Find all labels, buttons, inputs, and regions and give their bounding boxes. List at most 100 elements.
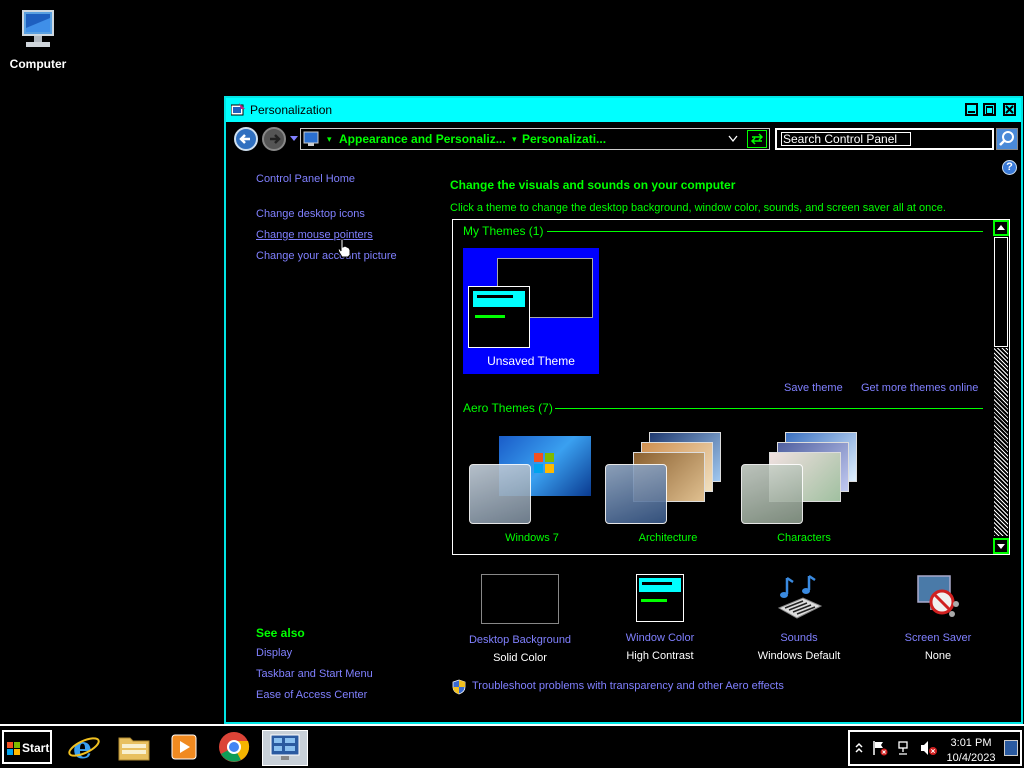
- desktop-icon-computer[interactable]: Computer: [6, 8, 70, 71]
- taskbar-chrome[interactable]: [216, 730, 252, 764]
- scroll-down-button[interactable]: [993, 538, 1009, 554]
- breadcrumb-arrow-icon: ▾: [327, 134, 332, 144]
- setting-value: Solid Color: [493, 652, 547, 664]
- network-icon[interactable]: [896, 740, 912, 756]
- sounds-setting[interactable]: Sounds Windows Default: [734, 574, 864, 662]
- personalization-window: Personalization ▾ Appearance and Persona…: [224, 96, 1023, 724]
- help-icon[interactable]: ?: [1002, 160, 1017, 175]
- scroll-track[interactable]: [994, 348, 1008, 536]
- taskbar-internet-explorer[interactable]: e: [66, 730, 102, 766]
- setting-value: High Contrast: [626, 650, 694, 662]
- window-color-setting[interactable]: Window Color High Contrast: [595, 574, 725, 662]
- system-tray: 3:01 PM 10/4/2023: [848, 730, 1022, 766]
- media-player-icon: [171, 734, 197, 760]
- breadcrumb-personalization[interactable]: Personalizati...: [522, 132, 606, 146]
- change-account-picture-link[interactable]: Change your account picture: [256, 250, 397, 262]
- display-link[interactable]: Display: [256, 647, 292, 659]
- theme-name: Architecture: [638, 532, 698, 544]
- svg-text:e: e: [73, 731, 92, 764]
- hand-cursor-icon: [337, 238, 351, 258]
- theme-tile-characters[interactable]: Characters: [739, 432, 869, 550]
- page-subtitle: Click a theme to change the desktop back…: [450, 202, 946, 214]
- setting-value: None: [924, 650, 952, 662]
- page-title: Change the visuals and sounds on your co…: [450, 178, 736, 192]
- change-desktop-icons-link[interactable]: Change desktop icons: [256, 208, 365, 220]
- windows-logo-icon: [534, 453, 554, 473]
- change-mouse-pointers-link[interactable]: Change mouse pointers: [256, 229, 373, 241]
- theme-name: Characters: [777, 532, 831, 544]
- maximize-button[interactable]: [983, 103, 996, 116]
- setting-label: Screen Saver: [904, 632, 972, 644]
- close-button[interactable]: [1003, 103, 1016, 116]
- refresh-icon: [750, 133, 764, 145]
- forward-button[interactable]: [262, 127, 286, 151]
- window-title: Personalization: [250, 103, 333, 117]
- my-themes-heading: My Themes (1): [463, 224, 544, 238]
- back-button[interactable]: [234, 127, 258, 151]
- theme-tile-windows7[interactable]: Windows 7: [467, 432, 597, 550]
- start-label: Start: [22, 741, 50, 755]
- theme-list: My Themes (1) Unsaved Theme Save theme G…: [452, 219, 1010, 555]
- sounds-icon: [777, 574, 823, 619]
- show-desktop-button[interactable]: [1004, 740, 1018, 756]
- close-icon: [1005, 105, 1014, 114]
- control-panel-home-link[interactable]: Control Panel Home: [256, 173, 355, 185]
- breadcrumb-appearance[interactable]: Appearance and Personaliz...: [339, 132, 506, 146]
- taskbar-media-player[interactable]: [166, 730, 202, 764]
- taskbar: Start e 3:01 PM 10/4/2023: [0, 724, 1024, 768]
- windows-logo-icon: [7, 742, 20, 755]
- arrow-right-icon: [270, 134, 281, 144]
- setting-value: Windows Default: [757, 650, 841, 662]
- recent-pages-icon[interactable]: [290, 136, 298, 142]
- see-also-heading: See also: [256, 626, 305, 640]
- folder-icon: [118, 737, 150, 761]
- theme-list-scrollbar[interactable]: [993, 220, 1009, 554]
- computer-icon: [22, 10, 54, 47]
- save-theme-link[interactable]: Save theme: [784, 382, 843, 394]
- scroll-thumb[interactable]: [994, 237, 1008, 347]
- search-box[interactable]: [775, 128, 994, 150]
- title-bar[interactable]: Personalization: [226, 98, 1021, 122]
- window-color-icon: [636, 574, 684, 622]
- show-hidden-icons-icon[interactable]: [855, 742, 863, 754]
- setting-label: Sounds: [780, 632, 818, 644]
- search-icon: [997, 129, 1017, 149]
- scroll-up-button[interactable]: [993, 220, 1009, 236]
- desktop-background-setting[interactable]: Desktop Background Solid Color: [455, 574, 585, 664]
- clock-date: 10/4/2023: [946, 752, 996, 764]
- setting-label: Desktop Background: [468, 634, 572, 646]
- minimize-button[interactable]: [965, 103, 978, 116]
- control-panel-icon: [270, 734, 300, 760]
- navigation-bar: ▾ Appearance and Personaliz... ▾ Persona…: [226, 124, 1021, 154]
- action-center-flag-icon[interactable]: [872, 740, 888, 756]
- search-input[interactable]: [781, 132, 911, 146]
- address-bar[interactable]: ▾ Appearance and Personaliz... ▾ Persona…: [300, 128, 770, 150]
- taskbar-file-explorer[interactable]: [116, 730, 152, 764]
- theme-tile-unsaved[interactable]: Unsaved Theme: [463, 248, 599, 374]
- taskbar-control-panel[interactable]: [262, 730, 308, 766]
- refresh-button[interactable]: [747, 130, 767, 148]
- chevron-down-icon[interactable]: [728, 135, 738, 143]
- desktop-background-icon: [481, 574, 559, 624]
- chrome-icon: [219, 732, 250, 762]
- taskbar-start-menu-link[interactable]: Taskbar and Start Menu: [256, 668, 373, 680]
- clock[interactable]: 3:01 PM 10/4/2023: [944, 736, 998, 766]
- theme-name: Unsaved Theme: [487, 354, 575, 368]
- control-panel-icon: [303, 131, 319, 146]
- get-more-themes-link[interactable]: Get more themes online: [861, 382, 978, 394]
- theme-name: Windows 7: [505, 532, 559, 544]
- volume-muted-icon[interactable]: [920, 740, 938, 756]
- arrow-left-icon: [239, 134, 250, 144]
- breadcrumb-arrow-icon: ▾: [512, 134, 517, 144]
- theme-tile-architecture[interactable]: Architecture: [603, 432, 733, 550]
- chevron-down-icon: [997, 544, 1005, 549]
- ease-of-access-link[interactable]: Ease of Access Center: [256, 689, 367, 701]
- chevron-up-icon: [997, 225, 1005, 230]
- start-button[interactable]: Start: [2, 730, 52, 764]
- troubleshoot-link[interactable]: Troubleshoot problems with transparency …: [472, 680, 784, 692]
- aero-themes-heading: Aero Themes (7): [463, 401, 553, 415]
- search-button[interactable]: [996, 128, 1018, 150]
- screen-saver-setting[interactable]: Screen Saver None: [873, 574, 1003, 662]
- desktop-icon-label: Computer: [9, 57, 67, 71]
- clock-time: 3:01 PM: [950, 737, 992, 749]
